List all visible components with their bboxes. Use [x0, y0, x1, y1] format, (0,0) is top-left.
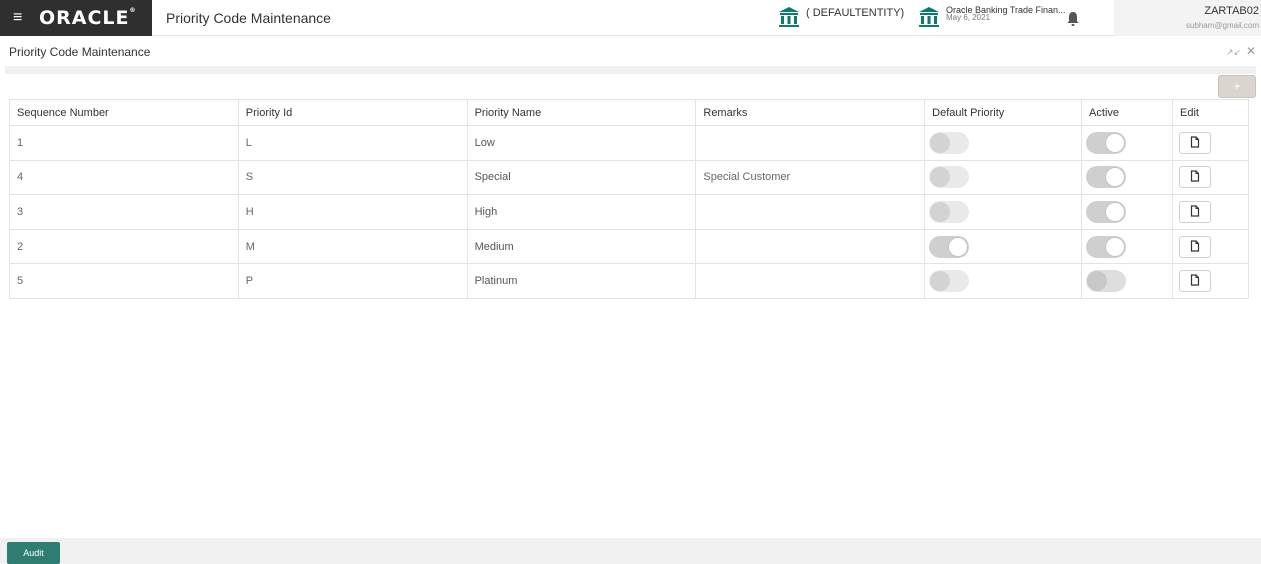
edit-icon: [1190, 240, 1200, 252]
page-header: Priority Code Maintenance ↗↙ ✕: [0, 37, 1261, 66]
divider: [5, 66, 1256, 74]
bank-icon: [919, 7, 939, 27]
column-header-default-priority[interactable]: Default Priority: [924, 99, 1083, 126]
column-header-active[interactable]: Active: [1081, 99, 1173, 126]
cell-priority-name: Low: [466, 125, 697, 161]
top-header: ≡ ORACLE® Priority Code Maintenance ( DE…: [0, 0, 1261, 36]
cell-edit: [1171, 194, 1250, 230]
edit-icon: [1190, 136, 1200, 148]
cell-default-priority: [924, 159, 1083, 196]
cell-remarks: [695, 263, 926, 299]
default-priority-toggle[interactable]: [929, 235, 970, 258]
edit-icon: [1190, 205, 1200, 217]
active-toggle[interactable]: [1086, 166, 1127, 189]
oracle-logo: ORACLE®: [39, 7, 137, 29]
active-toggle[interactable]: [1086, 270, 1127, 293]
default-priority-toggle[interactable]: [929, 270, 970, 293]
active-toggle[interactable]: [1086, 235, 1127, 258]
table-row: 3 H High: [9, 194, 1250, 230]
brand-block: ≡ ORACLE®: [0, 0, 152, 36]
cell-priority-name: Medium: [466, 228, 697, 265]
edit-button[interactable]: [1178, 166, 1211, 189]
cell-remarks: Special Customer: [695, 159, 926, 196]
priority-table: Sequence Number Priority Id Priority Nam…: [9, 99, 1250, 299]
column-header-priority-id[interactable]: Priority Id: [237, 99, 468, 126]
user-id: ZARTAB02: [1204, 5, 1259, 17]
cell-sequence: 5: [9, 263, 239, 299]
entity-label: ( DEFAULTENTITY): [806, 7, 905, 19]
close-icon[interactable]: ✕: [1246, 44, 1256, 58]
cell-active: [1081, 194, 1173, 230]
cell-active: [1081, 263, 1173, 299]
edit-button[interactable]: [1178, 131, 1211, 154]
cell-remarks: [695, 228, 926, 265]
cell-default-priority: [924, 125, 1083, 161]
edit-button[interactable]: [1178, 200, 1211, 223]
column-header-edit: Edit: [1171, 99, 1250, 126]
footer-bar: Audit: [0, 538, 1261, 564]
edit-button[interactable]: [1178, 235, 1211, 258]
bank-icon: [779, 7, 799, 27]
active-toggle[interactable]: [1086, 131, 1127, 154]
user-menu[interactable]: ZARTAB02 subham@gmail.com: [1114, 0, 1261, 36]
table-row: 2 M Medium: [9, 228, 1250, 265]
edit-button[interactable]: [1178, 270, 1211, 293]
cell-edit: [1171, 263, 1250, 299]
cell-sequence: 1: [9, 125, 239, 161]
cell-active: [1081, 125, 1173, 161]
cell-active: [1081, 159, 1173, 196]
column-header-priority-name[interactable]: Priority Name: [466, 99, 697, 126]
cell-priority-id: S: [237, 159, 468, 196]
cell-priority-name: High: [466, 194, 697, 230]
column-header-sequence[interactable]: Sequence Number: [9, 99, 239, 126]
app-title: Priority Code Maintenance: [166, 10, 331, 26]
table-row: 1 L Low: [9, 125, 1250, 161]
active-toggle[interactable]: [1086, 200, 1127, 223]
branch-text: Oracle Banking Trade Finan... May 6, 202…: [946, 6, 1066, 22]
page-title: Priority Code Maintenance: [9, 45, 151, 59]
cell-default-priority: [924, 263, 1083, 299]
minimize-icon[interactable]: ↗↙: [1226, 47, 1241, 58]
cell-edit: [1171, 228, 1250, 265]
column-header-remarks[interactable]: Remarks: [695, 99, 926, 126]
cell-priority-name: Special: [466, 159, 697, 196]
cell-edit: [1171, 159, 1250, 196]
cell-priority-id: P: [237, 263, 468, 299]
cell-sequence: 2: [9, 228, 239, 265]
default-priority-toggle[interactable]: [929, 200, 970, 223]
cell-active: [1081, 228, 1173, 265]
cell-priority-id: L: [237, 125, 468, 161]
table-row: 4 S Special Special Customer: [9, 159, 1250, 196]
cell-edit: [1171, 125, 1250, 161]
branch-date: May 6, 2021: [946, 13, 991, 22]
cell-remarks: [695, 194, 926, 230]
cell-priority-name: Platinum: [466, 263, 697, 299]
branch-selector[interactable]: Oracle Banking Trade Finan... May 6, 202…: [918, 6, 1066, 28]
cell-sequence: 4: [9, 159, 239, 196]
add-button[interactable]: +: [1218, 75, 1256, 98]
hamburger-icon[interactable]: ≡: [13, 10, 27, 26]
cell-default-priority: [924, 194, 1083, 230]
notification-bell-icon[interactable]: [1066, 11, 1080, 27]
cell-remarks: [695, 125, 926, 161]
cell-default-priority: [924, 228, 1083, 265]
default-priority-toggle[interactable]: [929, 131, 970, 154]
default-priority-toggle[interactable]: [929, 166, 970, 189]
audit-button[interactable]: Audit: [7, 542, 60, 564]
cell-sequence: 3: [9, 194, 239, 230]
table-row: 5 P Platinum: [9, 263, 1250, 299]
edit-icon: [1190, 274, 1200, 286]
user-email: subham@gmail.com: [1185, 21, 1259, 30]
table-header-row: Sequence Number Priority Id Priority Nam…: [9, 99, 1250, 126]
cell-priority-id: M: [237, 228, 468, 265]
entity-selector[interactable]: ( DEFAULTENTITY): [778, 6, 904, 28]
edit-icon: [1190, 170, 1200, 183]
cell-priority-id: H: [237, 194, 468, 230]
